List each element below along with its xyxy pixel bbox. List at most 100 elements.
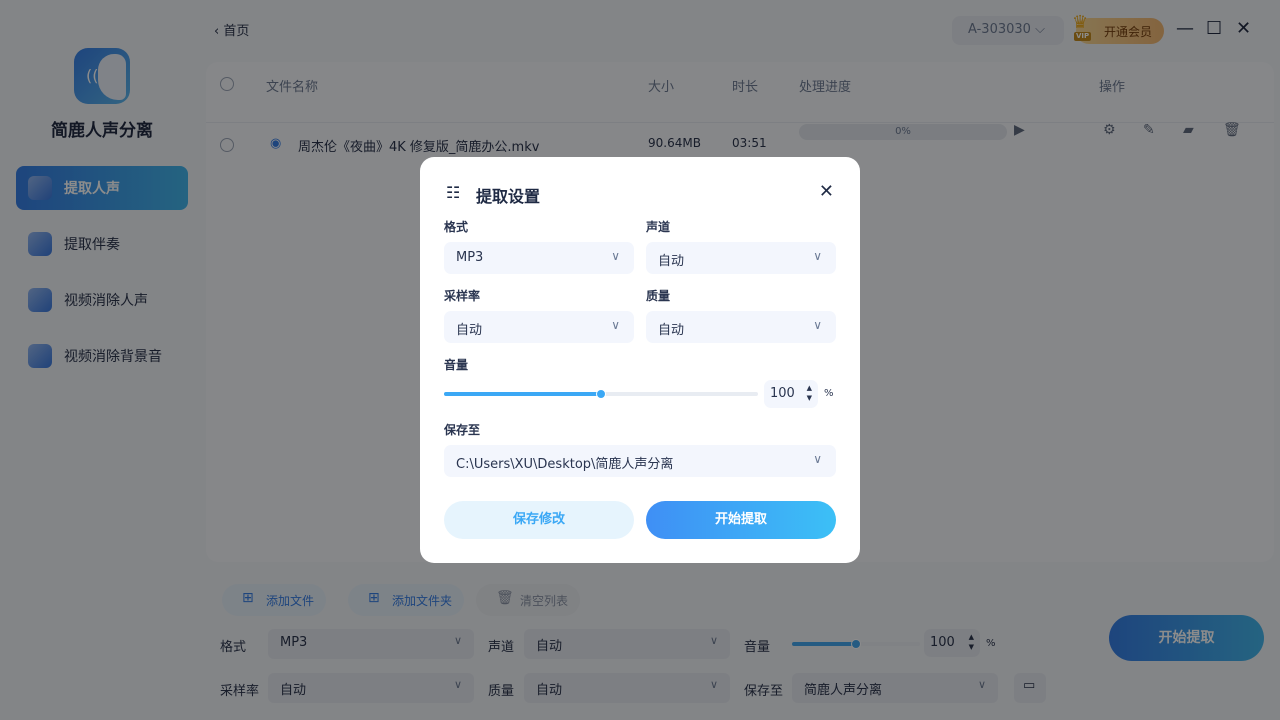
close-window-button[interactable]: ✕ — [1236, 18, 1251, 39]
back-label: 首页 — [223, 24, 250, 39]
bottom-panel: ⊞ 添加文件 ⊞ 添加文件夹 🗑 清空列表 格式 MP3 ∨ 声道 自动 ∨ 音量 100… — [204, 570, 1280, 720]
row-radio[interactable] — [220, 138, 234, 152]
add-file-button[interactable]: ⊞ 添加文件 — [222, 584, 327, 616]
media-icon: ◉ — [270, 136, 282, 151]
sidebar-item-extract-accompaniment[interactable]: 提取伴奏 — [16, 222, 188, 266]
sample-rate-select[interactable]: 自动 ∨ — [268, 673, 474, 703]
save-to-value: 简鹿人声分离 — [804, 683, 883, 698]
chevron-down-icon: ∨ — [977, 678, 986, 691]
file-size: 90.64MB — [648, 136, 701, 150]
gear-icon[interactable]: ⚙ — [1103, 122, 1116, 138]
microphone-icon — [28, 176, 52, 200]
close-icon[interactable]: ✕ — [819, 181, 834, 202]
add-folder-label: 添加文件夹 — [392, 594, 453, 608]
vip-label: 开通会员 — [1104, 25, 1153, 39]
file-duration: 03:51 — [732, 136, 767, 150]
percent-sign: % — [824, 388, 834, 399]
clear-list-label: 清空列表 — [520, 594, 569, 608]
volume-thumb[interactable] — [851, 639, 861, 649]
format-value: MP3 — [456, 250, 484, 265]
maximize-button[interactable]: ☐ — [1206, 18, 1222, 39]
sample-rate-select[interactable]: 自动 ∨ — [444, 311, 634, 343]
format-label: 格式 — [220, 640, 247, 655]
format-select[interactable]: MP3 ∨ — [444, 242, 634, 274]
save-changes-button[interactable]: 保存修改 — [444, 501, 634, 539]
vip-button[interactable]: ♛ VIP 开通会员 — [1072, 12, 1164, 44]
channel-select[interactable]: 自动 ∨ — [646, 242, 836, 274]
crown-icon: ♛ — [1072, 12, 1089, 33]
volume-label: 音量 — [444, 358, 469, 372]
select-all-radio[interactable] — [220, 77, 234, 91]
add-file-label: 添加文件 — [266, 594, 315, 608]
volume-value: 100 — [770, 386, 795, 401]
start-extract-button[interactable]: 开始提取 — [646, 501, 836, 539]
format-label: 格式 — [444, 220, 469, 234]
chevron-down-icon: ∨ — [709, 678, 718, 691]
sidebar-item-video-remove-bg[interactable]: 视频消除背景音 — [16, 334, 188, 378]
sidebar-item-extract-vocals[interactable]: 提取人声 — [16, 166, 188, 210]
sidebar-item-label: 视频消除背景音 — [64, 349, 162, 365]
open-folder-button[interactable]: ▭ — [1014, 673, 1046, 703]
minimize-button[interactable]: — — [1176, 18, 1194, 39]
volume-input[interactable]: 100 ▲ ▼ — [764, 380, 818, 408]
volume-slider[interactable] — [444, 389, 758, 399]
header-name: 文件名称 — [266, 80, 319, 95]
quality-value: 自动 — [536, 683, 563, 698]
spinner-icon[interactable]: ▲ ▼ — [807, 383, 812, 403]
quality-select[interactable]: 自动 ∨ — [524, 673, 730, 703]
volume-slider[interactable] — [792, 639, 920, 649]
chevron-down-icon: ∨ — [813, 452, 822, 466]
channel-label: 声道 — [488, 640, 515, 655]
volume-label: 音量 — [744, 640, 771, 655]
guitar-icon — [28, 232, 52, 256]
spinner-icon[interactable]: ▲ ▼ — [969, 632, 974, 652]
vip-badge: VIP — [1074, 32, 1092, 41]
folder-icon[interactable]: ▰ — [1183, 122, 1194, 138]
video-icon — [28, 288, 52, 312]
back-button[interactable]: ‹ 首页 — [214, 20, 249, 39]
trash-icon[interactable]: 🗑 — [1223, 122, 1241, 138]
quality-label: 质量 — [646, 289, 671, 303]
sidebar-item-label: 提取人声 — [64, 181, 120, 197]
sliders-icon: ☷ — [446, 183, 461, 202]
file-name: 周杰伦《夜曲》4K 修复版_简鹿办公.mkv — [298, 140, 540, 155]
chevron-down-icon: ∨ — [709, 634, 718, 647]
channel-label: 声道 — [646, 220, 671, 234]
add-folder-button[interactable]: ⊞ 添加文件夹 — [348, 584, 465, 616]
percent-sign: % — [986, 638, 996, 649]
channel-select[interactable]: 自动 ∨ — [524, 629, 730, 659]
quality-select[interactable]: 自动 ∨ — [646, 311, 836, 343]
volume-input[interactable]: 100 ▲ ▼ — [924, 629, 980, 657]
volume-thumb[interactable] — [596, 389, 606, 399]
app-logo: (( — [74, 48, 130, 104]
save-path-select[interactable]: C:\Users\XU\Desktop\简鹿人声分离 ∨ — [444, 445, 836, 477]
play-icon[interactable]: ▶ — [1014, 122, 1025, 138]
add-file-icon: ⊞ — [242, 590, 254, 606]
sidebar-item-video-remove-vocals[interactable]: 视频消除人声 — [16, 278, 188, 322]
clear-list-button[interactable]: 🗑 清空列表 — [476, 584, 581, 616]
chevron-down-icon: ∨ — [813, 318, 822, 332]
save-path-value: C:\Users\XU\Desktop\简鹿人声分离 — [456, 457, 674, 472]
start-extract-button[interactable]: 开始提取 — [1109, 615, 1264, 661]
account-dropdown[interactable]: A-303030 ⌵ — [952, 16, 1064, 45]
volume-fill — [792, 642, 856, 646]
header-duration: 时长 — [732, 80, 759, 95]
sample-rate-label: 采样率 — [444, 289, 481, 303]
app-name: 简鹿人声分离 — [51, 121, 153, 141]
chevron-down-icon: ∨ — [611, 318, 620, 332]
chevron-down-icon: ∨ — [813, 249, 822, 263]
sample-rate-value: 自动 — [280, 683, 307, 698]
quality-label: 质量 — [488, 684, 515, 699]
dialog-title: 提取设置 — [476, 187, 541, 206]
sample-rate-label: 采样率 — [220, 684, 260, 699]
save-to-select[interactable]: 简鹿人声分离 ∨ — [792, 673, 998, 703]
format-value: MP3 — [280, 635, 308, 650]
add-folder-icon: ⊞ — [368, 590, 380, 606]
format-select[interactable]: MP3 ∨ — [268, 629, 474, 659]
header-size: 大小 — [648, 80, 675, 95]
chevron-down-icon: ∨ — [611, 249, 620, 263]
edit-icon[interactable]: ✎ — [1143, 122, 1155, 138]
folder-icon: ▭ — [1023, 678, 1036, 693]
channel-value: 自动 — [658, 254, 685, 269]
header-progress: 处理进度 — [799, 80, 852, 95]
